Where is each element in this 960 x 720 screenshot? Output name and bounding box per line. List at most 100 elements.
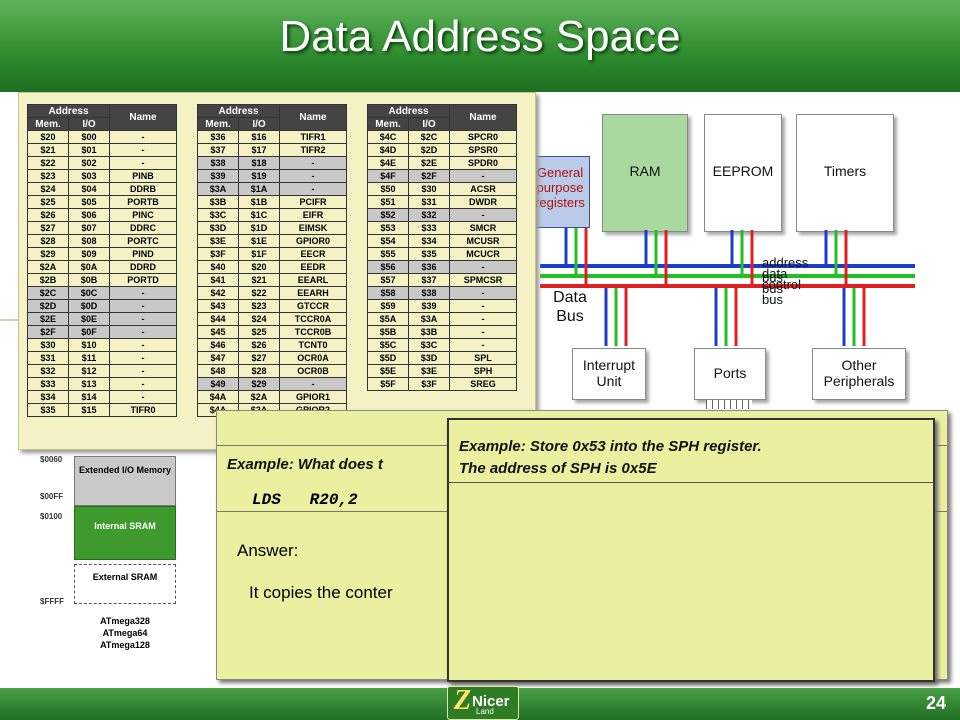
interrupt-unit-box: Interrupt Unit xyxy=(572,348,646,400)
register-name: EECR xyxy=(279,247,347,261)
io-address: $12 xyxy=(68,364,110,378)
mem-address: $30 xyxy=(27,338,69,352)
register-row: $56 $36- xyxy=(367,260,517,274)
register-row: $55 $35 MCUCR xyxy=(367,247,517,261)
io-address: $10 xyxy=(68,338,110,352)
register-name: TCCR0B xyxy=(279,325,347,339)
mem-address: $23 xyxy=(27,169,69,183)
extended-io-block: Extended I/O Memory xyxy=(74,456,176,506)
io-address: $2C xyxy=(408,130,450,144)
mem-address: $2C xyxy=(27,286,69,300)
register-row: $5B $3B - xyxy=(367,325,517,339)
io-address: $32 xyxy=(408,208,450,222)
io-address: $2E xyxy=(408,156,450,170)
io-address: $28 xyxy=(238,364,280,378)
register-table-panel: Address Name Mem. I/O $20 $00- $21 $01- $22 $02- $… xyxy=(18,92,536,450)
register-row: $26 $06 PINC xyxy=(27,208,177,222)
register-name: PCIFR xyxy=(279,195,347,209)
mem-header: Mem. xyxy=(27,117,69,131)
io-address: $24 xyxy=(238,312,280,326)
register-name: - xyxy=(109,286,177,300)
register-name: - xyxy=(109,351,177,365)
register-name: PINB xyxy=(109,169,177,183)
register-row: $4F $2F - xyxy=(367,169,517,183)
extended-io-label: Extended I/O Memory xyxy=(78,465,172,475)
register-name: GTCCR xyxy=(279,299,347,313)
register-row: $40 $20 EEDR xyxy=(197,260,347,274)
register-name: DWDR xyxy=(449,195,517,209)
mem-address: $40 xyxy=(197,260,239,274)
memory-map: $0060 $00FF $0100 $FFFF Extended I/O Mem… xyxy=(34,448,176,658)
answer-text: It copies the conter xyxy=(249,583,393,602)
io-address: $0D xyxy=(68,299,110,313)
io-address: $0F xyxy=(68,325,110,339)
io-address: $2A xyxy=(238,390,280,404)
register-row: $3B $1B PCIFR xyxy=(197,195,347,209)
register-row: $59 $39- xyxy=(367,299,517,313)
register-row: $28 $08 PORTC xyxy=(27,234,177,248)
register-row: $49 $29- xyxy=(197,377,347,391)
io-address: $29 xyxy=(238,377,280,391)
mem-address: $33 xyxy=(27,377,69,391)
mem-address: $32 xyxy=(27,364,69,378)
logo-letter: Z xyxy=(454,685,472,716)
register-row: $3D $1D EIMSK xyxy=(197,221,347,235)
mem-address: $54 xyxy=(367,234,409,248)
register-name: - xyxy=(449,169,517,183)
register-row: $35 $15 TIFR0 xyxy=(27,403,177,417)
register-name: - xyxy=(449,286,517,300)
register-row: $3C $1C EIFR xyxy=(197,208,347,222)
address-header: Address xyxy=(27,104,110,118)
mem-address: $43 xyxy=(197,299,239,313)
register-name: EEDR xyxy=(279,260,347,274)
register-row: $2A $0A DDRD xyxy=(27,260,177,274)
register-row: $31 $11- xyxy=(27,351,177,365)
register-name: DDRD xyxy=(109,260,177,274)
register-row: $25 $05 PORTB xyxy=(27,195,177,209)
mem-address: $27 xyxy=(27,221,69,235)
io-address: $3F xyxy=(408,377,450,391)
register-name: SREG xyxy=(449,377,517,391)
io-address: $3D xyxy=(408,351,450,365)
mem-address: $3C xyxy=(197,208,239,222)
io-header: I/O xyxy=(68,117,110,131)
io-address: $31 xyxy=(408,195,450,209)
register-row: $41 $21 EEARL xyxy=(197,273,347,287)
mem-address: $22 xyxy=(27,156,69,170)
register-name: OCR0B xyxy=(279,364,347,378)
register-row: $53 $33 SMCR xyxy=(367,221,517,235)
register-row: $29 $09 PIND xyxy=(27,247,177,261)
io-address: $05 xyxy=(68,195,110,209)
mem-address: $45 xyxy=(197,325,239,339)
register-name: PORTC xyxy=(109,234,177,248)
register-row: $5C $3C - xyxy=(367,338,517,352)
io-header: I/O xyxy=(408,117,450,131)
mem-address: $42 xyxy=(197,286,239,300)
mem-address: $52 xyxy=(367,208,409,222)
mem-address: $5D xyxy=(367,351,409,365)
io-address: $27 xyxy=(238,351,280,365)
register-name: SPH xyxy=(449,364,517,378)
register-name: - xyxy=(449,208,517,222)
register-name: - xyxy=(449,312,517,326)
data-bus-title: Data Bus xyxy=(553,289,587,325)
register-name: DDRB xyxy=(109,182,177,196)
io-address: $34 xyxy=(408,234,450,248)
io-address: $17 xyxy=(238,143,280,157)
register-row: $22 $02- xyxy=(27,156,177,170)
register-row: $2C $0C - xyxy=(27,286,177,300)
io-address: $2F xyxy=(408,169,450,183)
io-address: $1E xyxy=(238,234,280,248)
mem-address: $49 xyxy=(197,377,239,391)
other-peripherals-box: Other Peripherals xyxy=(812,348,906,400)
external-sram-label: External SRAM xyxy=(92,572,158,582)
io-address: $0B xyxy=(68,273,110,287)
mem-address: $57 xyxy=(367,273,409,287)
register-row: $2E $0E - xyxy=(27,312,177,326)
ports-box: Ports xyxy=(694,348,766,400)
mem-address: $53 xyxy=(367,221,409,235)
register-row: $4C $2C SPCR0 xyxy=(367,130,517,144)
io-address: $30 xyxy=(408,182,450,196)
io-address: $37 xyxy=(408,273,450,287)
mem-address: $36 xyxy=(197,130,239,144)
